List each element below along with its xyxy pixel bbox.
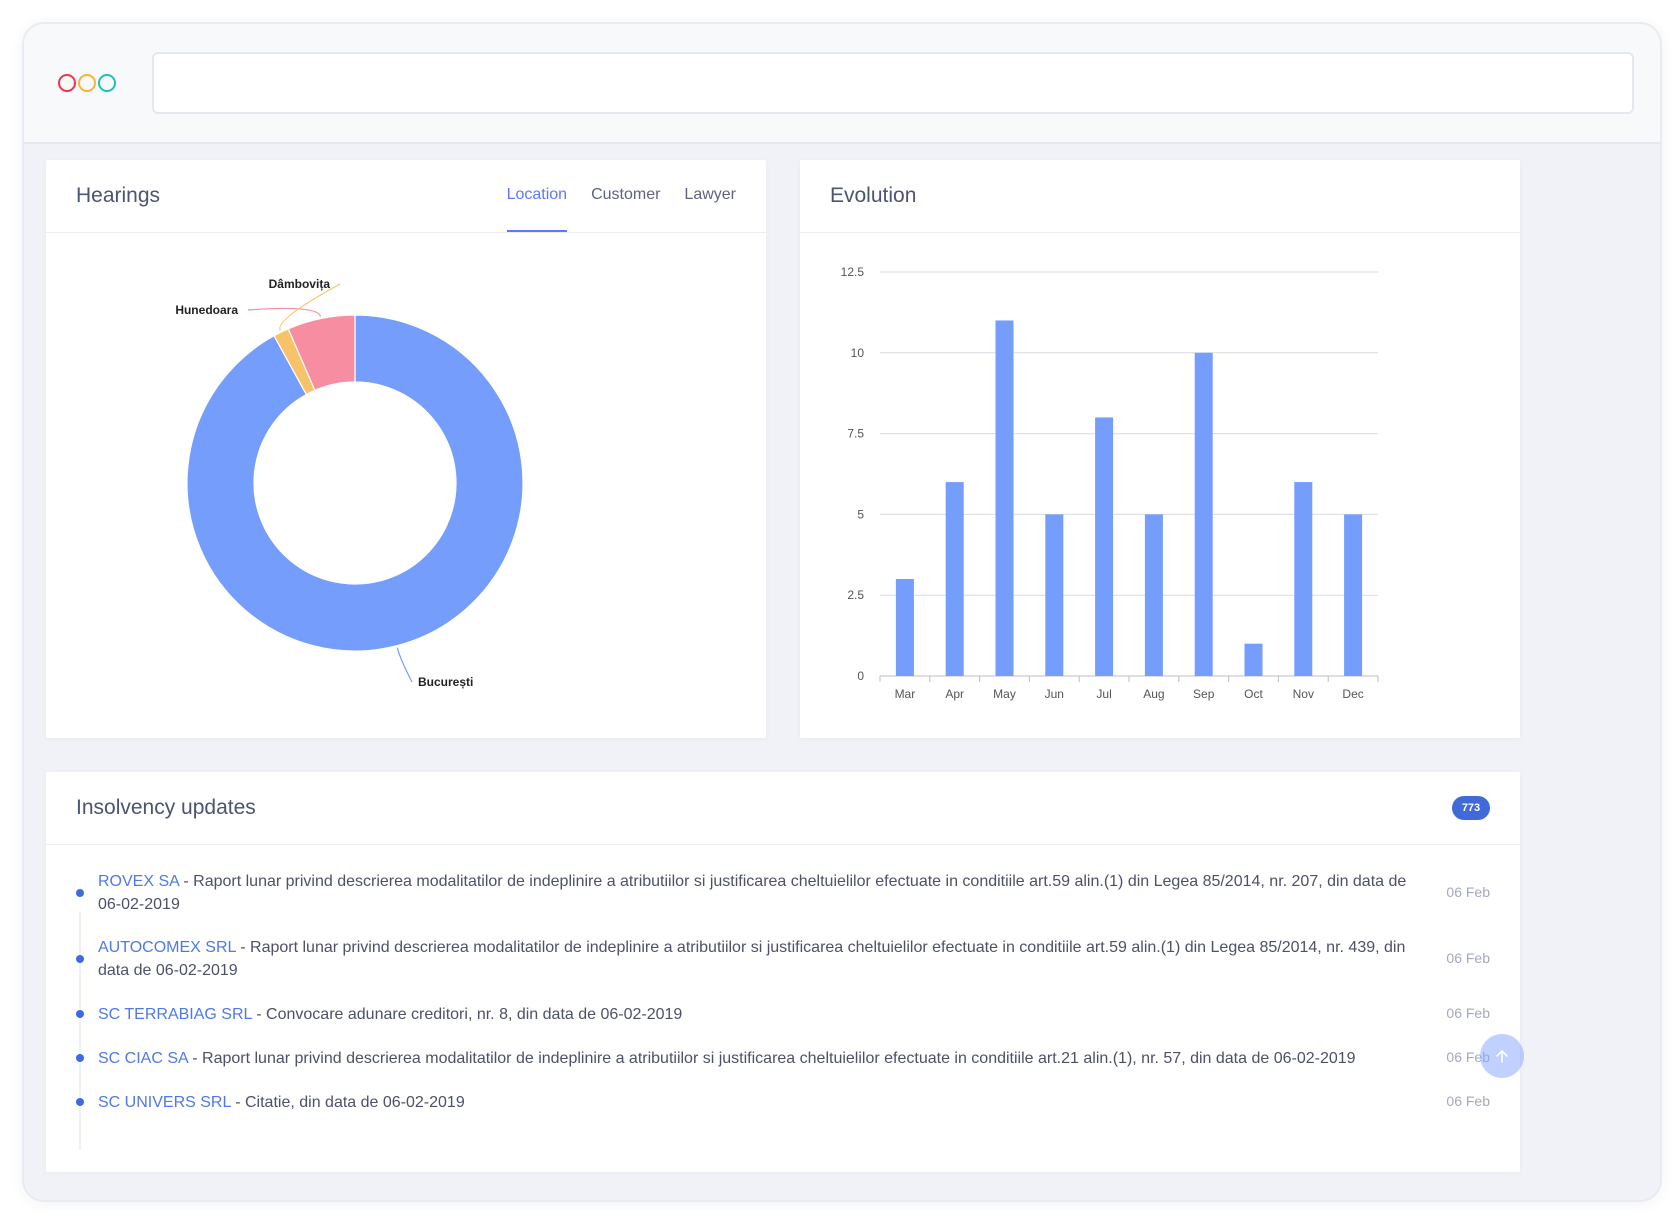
close-window-dot-icon[interactable] bbox=[58, 74, 76, 92]
bar[interactable] bbox=[1344, 514, 1363, 676]
tab-location[interactable]: Location bbox=[506, 160, 568, 232]
x-tick-label: May bbox=[993, 687, 1016, 701]
update-text: AUTOCOMEX SRL - Raport lunar privind des… bbox=[98, 936, 1410, 982]
browser-window: Hearings Location Customer Lawyer Bucure… bbox=[22, 22, 1662, 1202]
y-tick-label: 7.5 bbox=[847, 427, 864, 441]
list-item: SC TERRABIAG SRL - Convocare adunare cre… bbox=[76, 1002, 1490, 1026]
x-tick-label: Mar bbox=[895, 687, 916, 701]
evolution-title: Evolution bbox=[830, 184, 917, 207]
update-description: - Raport lunar privind descrierea modali… bbox=[98, 939, 1406, 979]
company-link[interactable]: ROVEX SA bbox=[98, 873, 179, 890]
y-tick-label: 2.5 bbox=[847, 588, 864, 602]
company-link[interactable]: SC CIAC SA bbox=[98, 1050, 188, 1067]
list-item: AUTOCOMEX SRL - Raport lunar privind des… bbox=[76, 936, 1490, 982]
company-link[interactable]: SC TERRABIAG SRL bbox=[98, 1006, 252, 1023]
insolvency-title: Insolvency updates bbox=[76, 796, 256, 819]
hearings-header: Hearings Location Customer Lawyer bbox=[46, 160, 766, 233]
insolvency-card: Insolvency updates 773 ROVEX SA - Raport… bbox=[46, 772, 1520, 1172]
insolvency-timeline: ROVEX SA - Raport lunar privind descrier… bbox=[76, 870, 1490, 1150]
hearings-donut-chart: București Hunedoara Dâmbovița bbox=[175, 277, 524, 689]
bar[interactable] bbox=[1095, 417, 1114, 676]
donut-label: Dâmbovița bbox=[269, 277, 331, 291]
y-tick-label: 10 bbox=[851, 346, 865, 360]
donut-label: București bbox=[418, 675, 473, 689]
update-description: - Raport lunar privind descrierea modali… bbox=[187, 1049, 1356, 1067]
update-text: ROVEX SA - Raport lunar privind descrier… bbox=[98, 870, 1410, 916]
timeline-dot bbox=[76, 955, 84, 963]
bar[interactable] bbox=[1194, 352, 1213, 676]
tab-customer[interactable]: Customer bbox=[591, 160, 660, 232]
donut-label-leader bbox=[396, 647, 413, 683]
x-tick-label: Sep bbox=[1193, 687, 1215, 701]
address-bar[interactable] bbox=[152, 52, 1634, 114]
list-item: SC CIAC SA - Raport lunar privind descri… bbox=[76, 1046, 1490, 1070]
x-tick-label: Dec bbox=[1342, 687, 1363, 701]
update-date: 06 Feb bbox=[1446, 884, 1490, 900]
arrow-up-icon bbox=[1496, 1049, 1508, 1063]
y-tick-label: 5 bbox=[857, 507, 864, 521]
hearings-card: Hearings Location Customer Lawyer Bucure… bbox=[46, 160, 766, 738]
bar[interactable] bbox=[895, 579, 914, 676]
bar[interactable] bbox=[1294, 482, 1313, 676]
x-tick-label: Jun bbox=[1045, 687, 1064, 701]
update-description: - Raport lunar privind descrierea modali… bbox=[98, 873, 1407, 913]
bar[interactable] bbox=[945, 482, 964, 676]
update-date: 06 Feb bbox=[1446, 1005, 1490, 1021]
timeline-dot bbox=[76, 1054, 84, 1062]
list-item: SC UNIVERS SRL - Citatie, din data de 06… bbox=[76, 1090, 1490, 1114]
minimize-window-dot-icon[interactable] bbox=[78, 74, 96, 92]
browser-toolbar bbox=[24, 24, 1660, 144]
bar[interactable] bbox=[1144, 514, 1163, 676]
company-link[interactable]: SC UNIVERS SRL bbox=[98, 1094, 231, 1111]
update-text: SC CIAC SA - Raport lunar privind descri… bbox=[98, 1047, 1410, 1070]
bar[interactable] bbox=[995, 320, 1014, 676]
x-tick-label: Jul bbox=[1096, 687, 1111, 701]
x-tick-label: Oct bbox=[1244, 687, 1263, 701]
update-date: 06 Feb bbox=[1446, 1093, 1490, 1109]
donut-label: Hunedoara bbox=[175, 303, 238, 317]
insolvency-count-badge: 773 bbox=[1452, 796, 1490, 820]
hearings-title: Hearings bbox=[76, 184, 161, 207]
timeline-dot bbox=[76, 1010, 84, 1018]
y-tick-label: 0 bbox=[857, 669, 864, 683]
evolution-card: Evolution 0 2.5 5 7.5 10 12.5 Mar Apr May Jun Jul A… bbox=[800, 160, 1520, 738]
update-text: SC TERRABIAG SRL - Convocare adunare cre… bbox=[98, 1003, 1410, 1026]
hearings-tabs: Location Customer Lawyer bbox=[506, 160, 736, 232]
company-link[interactable]: AUTOCOMEX SRL bbox=[98, 939, 236, 956]
insolvency-header: Insolvency updates 773 bbox=[46, 772, 1520, 845]
evolution-header: Evolution bbox=[800, 160, 1520, 233]
tab-lawyer[interactable]: Lawyer bbox=[684, 160, 736, 232]
bar[interactable] bbox=[1244, 643, 1263, 676]
timeline-dot bbox=[76, 1098, 84, 1106]
x-tick-label: Aug bbox=[1143, 687, 1164, 701]
scroll-to-top-button[interactable] bbox=[1480, 1034, 1524, 1078]
evolution-bar-chart: 0 2.5 5 7.5 10 12.5 Mar Apr May Jun Jul Aug Sep Oct No… bbox=[841, 265, 1379, 701]
update-text: SC UNIVERS SRL - Citatie, din data de 06… bbox=[98, 1091, 1410, 1114]
x-tick-label: Apr bbox=[945, 687, 964, 701]
update-date: 06 Feb bbox=[1446, 950, 1490, 966]
maximize-window-dot-icon[interactable] bbox=[98, 74, 116, 92]
update-description: - Citatie, din data de 06-02-2019 bbox=[230, 1093, 465, 1111]
bar[interactable] bbox=[1045, 514, 1064, 676]
x-tick-label: Nov bbox=[1293, 687, 1314, 701]
update-description: - Convocare adunare creditori, nr. 8, di… bbox=[251, 1005, 683, 1023]
timeline-dot bbox=[76, 889, 84, 897]
list-item: ROVEX SA - Raport lunar privind descrier… bbox=[76, 870, 1490, 916]
y-tick-label: 12.5 bbox=[841, 265, 865, 279]
donut-label-leader bbox=[247, 307, 322, 317]
